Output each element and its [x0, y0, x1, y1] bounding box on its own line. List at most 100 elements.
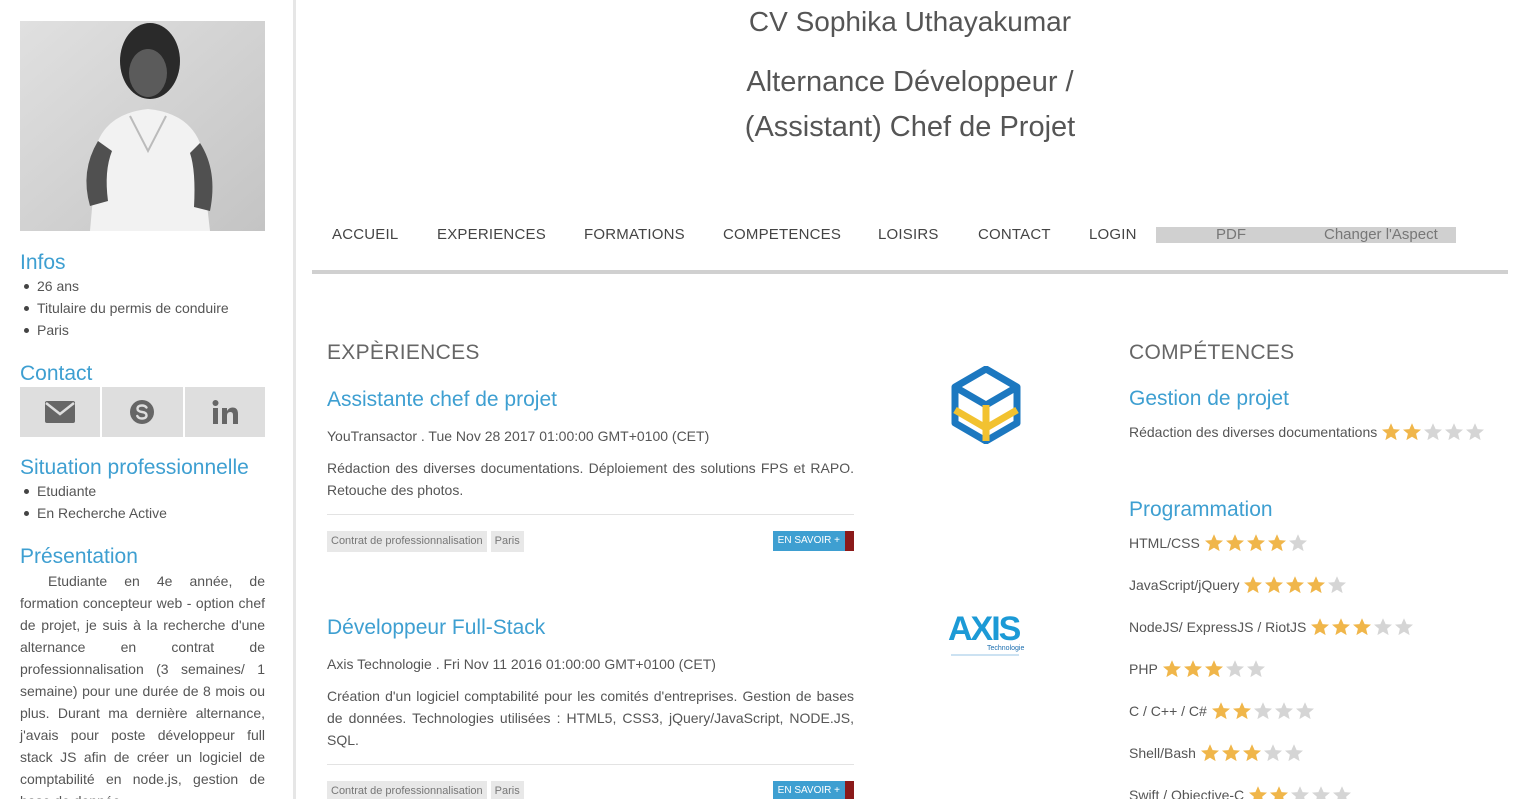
axis-logo-sub: Technologie [987, 645, 1024, 652]
star-empty-icon [1284, 744, 1303, 762]
envelope-icon [45, 401, 76, 423]
profile-photo-image [20, 21, 265, 231]
more-button-accent [845, 781, 854, 799]
star-filled-icon [1183, 660, 1202, 678]
star-empty-icon [1333, 786, 1352, 799]
skill-row: JavaScript/jQuery [1129, 573, 1347, 597]
experience-meta: YouTransactor . Tue Nov 28 2017 01:00:00… [327, 428, 710, 444]
job-title: Alternance Développeur / (Assistant) Che… [600, 60, 1220, 150]
skill-row: Shell/Bash [1129, 741, 1304, 765]
star-filled-icon [1286, 576, 1305, 594]
skill-rating [1310, 617, 1414, 637]
skill-name: PHP [1129, 661, 1158, 677]
star-filled-icon [1246, 534, 1265, 552]
experience-divider [327, 764, 854, 765]
star-empty-icon [1291, 786, 1310, 799]
skill-rating [1200, 743, 1304, 763]
nav-competences[interactable]: COMPETENCES [723, 224, 841, 246]
star-filled-icon [1332, 618, 1351, 636]
skill-row: NodeJS/ ExpressJS / RiotJS [1129, 615, 1414, 639]
experience-title[interactable]: Développeur Full-Stack [327, 612, 854, 644]
skill-row: Swift / Objective-C [1129, 783, 1352, 799]
linkedin-icon [212, 400, 238, 424]
situation-title: Situation professionnelle [20, 456, 249, 479]
presentation-title: Présentation [20, 545, 138, 568]
star-empty-icon [1312, 786, 1331, 799]
skill-name: HTML/CSS [1129, 535, 1200, 551]
more-button-label: EN SAVOIR + [772, 781, 845, 799]
nav-experiences[interactable]: EXPERIENCES [437, 224, 546, 246]
experience-item: Assistante chef de projet YouTransactor … [327, 384, 854, 552]
contact-icons [20, 387, 265, 437]
star-empty-icon [1445, 423, 1464, 441]
infos-list: 26 ans Titulaire du permis de conduire P… [20, 275, 270, 341]
experience-divider [327, 514, 854, 515]
skill-row: Rédaction des diverses documentations [1129, 420, 1485, 444]
star-filled-icon [1244, 576, 1263, 594]
axis-logo-icon: AXIS Technologie [948, 610, 1024, 656]
more-button[interactable]: EN SAVOIR + [772, 781, 854, 799]
cv-title: CV Sophika Uthayakumar [748, 6, 1072, 37]
star-empty-icon [1424, 423, 1443, 441]
axis-logo: AXIS Technologie [945, 608, 1025, 665]
star-filled-icon [1403, 423, 1422, 441]
more-button[interactable]: EN SAVOIR + [772, 531, 854, 551]
sidebar: Infos 26 ans Titulaire du permis de cond… [0, 0, 296, 799]
linkedin-button[interactable] [184, 387, 265, 437]
nav-loisirs[interactable]: LOISIRS [878, 224, 939, 246]
situation-search: En Recherche Active [20, 502, 270, 524]
nav-contact[interactable]: CONTACT [978, 224, 1051, 246]
star-filled-icon [1270, 786, 1289, 799]
star-filled-icon [1162, 660, 1181, 678]
main-nav: ACCUEIL EXPERIENCES FORMATIONS COMPETENC… [312, 224, 1508, 246]
skill-name: Rédaction des diverses documentations [1129, 424, 1378, 440]
info-age: 26 ans [20, 275, 270, 297]
youtransactor-logo-icon [951, 365, 1021, 445]
skill-name: Shell/Bash [1129, 745, 1196, 761]
star-empty-icon [1288, 534, 1307, 552]
nav-login[interactable]: LOGIN [1089, 224, 1137, 246]
star-filled-icon [1225, 534, 1244, 552]
email-button[interactable] [20, 387, 101, 437]
skill-name: NodeJS/ ExpressJS / RiotJS [1129, 619, 1307, 635]
star-empty-icon [1246, 660, 1265, 678]
experience-meta: Axis Technologie . Fri Nov 11 2016 01:00… [327, 656, 716, 672]
star-filled-icon [1200, 744, 1219, 762]
skill-row: HTML/CSS [1129, 531, 1308, 555]
star-filled-icon [1311, 618, 1330, 636]
contact-title: Contact [20, 362, 93, 385]
experience-tags: Contrat de professionnalisation Paris [327, 531, 524, 552]
star-filled-icon [1242, 744, 1261, 762]
pdf-button[interactable]: PDF [1216, 224, 1246, 246]
star-filled-icon [1211, 702, 1230, 720]
skill-name: JavaScript/jQuery [1129, 577, 1240, 593]
more-button-accent [845, 531, 854, 551]
skype-button[interactable] [102, 387, 183, 437]
star-filled-icon [1232, 702, 1251, 720]
skill-rating [1211, 701, 1315, 721]
job-title-line2: (Assistant) Chef de Projet [744, 111, 1076, 143]
skill-rating [1243, 575, 1347, 595]
youtransactor-logo [950, 365, 1022, 449]
tag-contract: Contrat de professionnalisation [327, 531, 487, 552]
star-empty-icon [1374, 618, 1393, 636]
competences-title: COMPÉTENCES [1129, 341, 1295, 364]
profile-photo [20, 21, 265, 231]
star-filled-icon [1307, 576, 1326, 594]
competence-category: Programmation [1129, 498, 1273, 521]
experience-title[interactable]: Assistante chef de projet [327, 384, 854, 416]
nav-accueil[interactable]: ACCUEIL [332, 224, 398, 246]
skill-rating [1248, 785, 1352, 799]
skill-row: C / C++ / C# [1129, 699, 1315, 723]
nav-formations[interactable]: FORMATIONS [584, 224, 685, 246]
star-empty-icon [1395, 618, 1414, 636]
star-filled-icon [1353, 618, 1372, 636]
star-filled-icon [1221, 744, 1240, 762]
experiences-title: EXPÈRIENCES [327, 341, 480, 364]
tag-location: Paris [490, 531, 524, 552]
change-aspect-button[interactable]: Changer l'Aspect [1324, 224, 1438, 246]
skill-row: PHP [1129, 657, 1266, 681]
more-button-label: EN SAVOIR + [772, 531, 845, 551]
star-filled-icon [1265, 576, 1284, 594]
star-filled-icon [1267, 534, 1286, 552]
